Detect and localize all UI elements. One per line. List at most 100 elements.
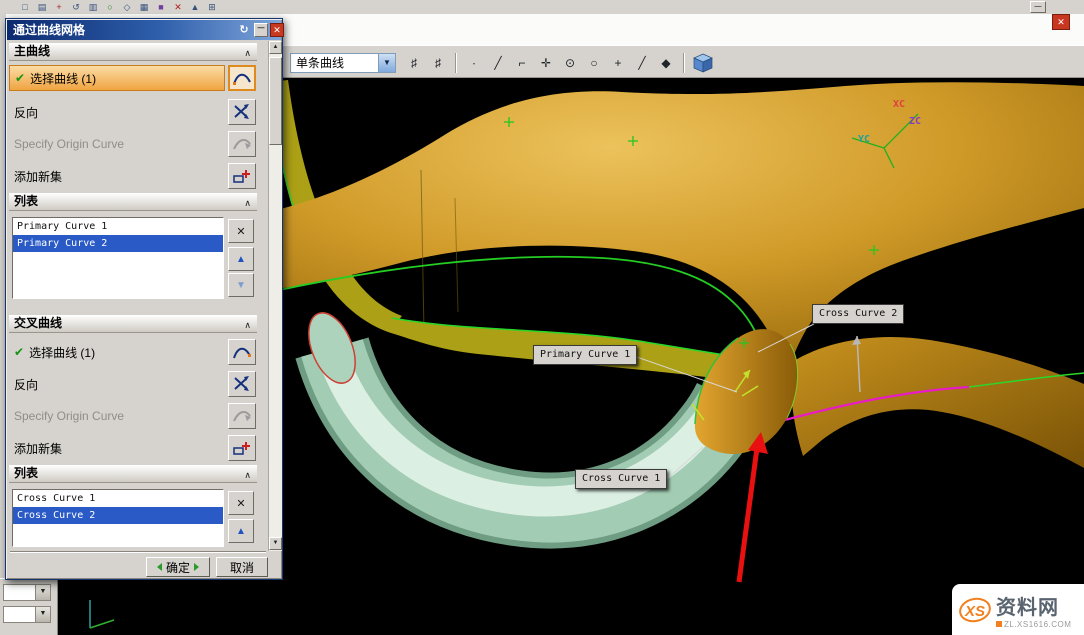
cross-add-set-label: 添加新集 <box>14 440 62 457</box>
primary-select-curve-row[interactable]: ✔ 选择曲线 (1) <box>9 65 225 91</box>
cross-list-remove-button[interactable]: ✕ <box>228 491 254 515</box>
primary-reverse-label: 反向 <box>14 104 38 121</box>
list-item-empty <box>13 524 223 541</box>
dialog-titlebar[interactable]: 通过曲线网格 ↻ — ✕ <box>7 20 281 40</box>
list-item[interactable]: Cross Curve 1 <box>13 490 223 507</box>
primary-reverse-button[interactable] <box>228 99 256 125</box>
tangent-snap-icon[interactable]: ╱ <box>632 53 652 73</box>
collapse-chevron-icon[interactable]: ∧ <box>244 317 251 334</box>
intersection-snap-icon[interactable]: ✛ <box>536 53 556 73</box>
label-primary-curve-1[interactable]: Primary Curve 1 <box>533 345 637 365</box>
reverse-direction-icon <box>232 103 252 121</box>
cross-list-header[interactable]: 列表 ∧ <box>9 465 257 483</box>
cross-add-set-row[interactable]: 添加新集 <box>9 435 225 461</box>
point-snap-icon[interactable]: ∙ <box>464 53 484 73</box>
endpoint-snap-icon[interactable]: ╱ <box>488 53 508 73</box>
primary-curves-section-header[interactable]: 主曲线 ∧ <box>9 43 257 61</box>
dialog-minimize-button[interactable]: — <box>254 23 268 37</box>
dropdown-arrow-icon[interactable]: ▼ <box>35 607 50 622</box>
cross-curve-list[interactable]: Cross Curve 1 Cross Curve 2 <box>12 489 224 547</box>
ok-left-arrow-icon <box>157 563 162 571</box>
quadrant-snap-icon[interactable]: + <box>608 53 628 73</box>
cross-curves-section-header[interactable]: 交叉曲线 ∧ <box>9 315 257 333</box>
list-item-selected[interactable]: Cross Curve 2 <box>13 507 223 524</box>
application-window: Primary Curve 1 Cross Curve 2 Cross Curv… <box>0 0 1084 635</box>
primary-list-move-down-button[interactable]: ▼ <box>228 273 254 297</box>
grid-snap-icon[interactable]: ♯ <box>404 53 424 73</box>
snap-point-toolbar: ♯ ♯ ∙ ╱ ⌐ ✛ ⊙ ○ + ╱ ◆ <box>404 52 714 74</box>
cross-list-move-up-button[interactable]: ▲ <box>228 519 254 543</box>
face-snap-icon[interactable]: ◆ <box>656 53 676 73</box>
toolbar-icon[interactable]: □ <box>18 1 32 14</box>
label-cross-curve-2[interactable]: Cross Curve 2 <box>812 304 904 324</box>
svg-text:XS: XS <box>964 603 985 620</box>
label-cross-curve-1[interactable]: Cross Curve 1 <box>575 469 667 489</box>
move-up-icon: ▲ <box>236 254 246 265</box>
collapse-chevron-icon[interactable]: ∧ <box>244 467 251 484</box>
dropdown-arrow-icon[interactable]: ▼ <box>35 585 50 600</box>
primary-reverse-row[interactable]: 反向 <box>9 99 225 125</box>
cross-select-curve-button[interactable] <box>228 339 256 365</box>
cross-select-curve-row[interactable]: ✔ 选择曲线 (1) <box>9 339 225 365</box>
check-icon: ✔ <box>14 345 24 359</box>
bottom-dropdown-1[interactable]: ▼ <box>3 584 51 601</box>
toolbar-icon[interactable]: ▲ <box>188 1 202 14</box>
dropdown-arrow-icon[interactable]: ▼ <box>378 54 395 72</box>
ok-right-arrow-icon <box>194 563 199 571</box>
primary-list-header[interactable]: 列表 ∧ <box>9 193 257 211</box>
top-toolbar-strip: □ ▤ + ↺ ▥ ○ ◇ ▦ ■ ✕ ▲ ⊞ <box>0 0 1084 14</box>
primary-list-move-up-button[interactable]: ▲ <box>228 247 254 271</box>
toolbar-icon[interactable]: ▥ <box>86 1 100 14</box>
toolbar-icon[interactable]: ▤ <box>35 1 49 14</box>
dialog-reset-icon[interactable]: ↻ <box>237 23 251 37</box>
cross-reverse-button[interactable] <box>228 371 256 397</box>
add-new-set-icon <box>232 167 252 185</box>
cancel-button[interactable]: 取消 <box>216 557 268 577</box>
bottom-dropdown-2[interactable]: ▼ <box>3 606 51 623</box>
bottom-left-panel: ▼ ▼ <box>0 578 58 635</box>
ok-button-label: 确定 <box>166 559 190 576</box>
through-curve-mesh-dialog: 通过曲线网格 ↻ — ✕ 主曲线 ∧ ✔ 选择曲线 (1) 反向 <box>5 18 283 580</box>
primary-add-set-button[interactable] <box>228 163 256 189</box>
grid-snap-icon-2[interactable]: ♯ <box>428 53 448 73</box>
midpoint-snap-icon[interactable]: ⌐ <box>512 53 532 73</box>
cross-add-set-button[interactable] <box>228 435 256 461</box>
ok-button[interactable]: 确定 <box>146 557 210 577</box>
collapse-chevron-icon[interactable]: ∧ <box>244 45 251 62</box>
toolbar-icon[interactable]: ○ <box>103 1 117 14</box>
scroll-down-button[interactable]: ▼ <box>269 537 282 550</box>
primary-list-title: 列表 <box>14 194 38 208</box>
toolbar-icon[interactable]: + <box>52 1 66 14</box>
toolbar-icon[interactable]: ■ <box>154 1 168 14</box>
toolbar-icon[interactable]: ⊞ <box>205 1 219 14</box>
toolbar-icon[interactable]: ▦ <box>137 1 151 14</box>
list-item[interactable]: Primary Curve 1 <box>13 218 223 235</box>
collapse-chevron-icon[interactable]: ∧ <box>244 195 251 212</box>
toolbar-icon[interactable]: ✕ <box>171 1 185 14</box>
primary-curve-list[interactable]: Primary Curve 1 Primary Curve 2 <box>12 217 224 299</box>
watermark-site-name: 资料网 <box>996 591 1071 620</box>
curve-rule-dropdown[interactable]: 单条曲线 ▼ <box>290 53 396 73</box>
toolbar-icon[interactable]: ◇ <box>120 1 134 14</box>
window-minimize-button[interactable]: — <box>1030 1 1046 13</box>
view-cube-icon[interactable] <box>692 52 714 74</box>
primary-origin-label: Specify Origin Curve <box>14 137 124 151</box>
scrollbar-thumb[interactable] <box>269 57 282 145</box>
cross-reverse-row[interactable]: 反向 <box>9 371 225 397</box>
dialog-scrollbar[interactable]: ▲ ▼ <box>268 41 282 551</box>
primary-select-curve-button[interactable] <box>228 65 256 91</box>
arc-center-snap-icon[interactable]: ⊙ <box>560 53 580 73</box>
circle-snap-icon[interactable]: ○ <box>584 53 604 73</box>
primary-list-remove-button[interactable]: ✕ <box>228 219 254 243</box>
list-item-selected[interactable]: Primary Curve 2 <box>13 235 223 252</box>
window-close-button[interactable]: ✕ <box>1052 14 1070 30</box>
axis-label-xc: XC <box>893 99 905 110</box>
move-down-icon: ▼ <box>236 280 246 291</box>
primary-add-set-row[interactable]: 添加新集 <box>9 163 225 189</box>
dialog-close-button[interactable]: ✕ <box>270 23 284 37</box>
scroll-up-button[interactable]: ▲ <box>269 41 282 54</box>
cross-origin-button <box>228 403 256 429</box>
cross-curves-section-title: 交叉曲线 <box>14 316 62 330</box>
watermark-logo: XS <box>958 595 992 625</box>
toolbar-icon[interactable]: ↺ <box>69 1 83 14</box>
